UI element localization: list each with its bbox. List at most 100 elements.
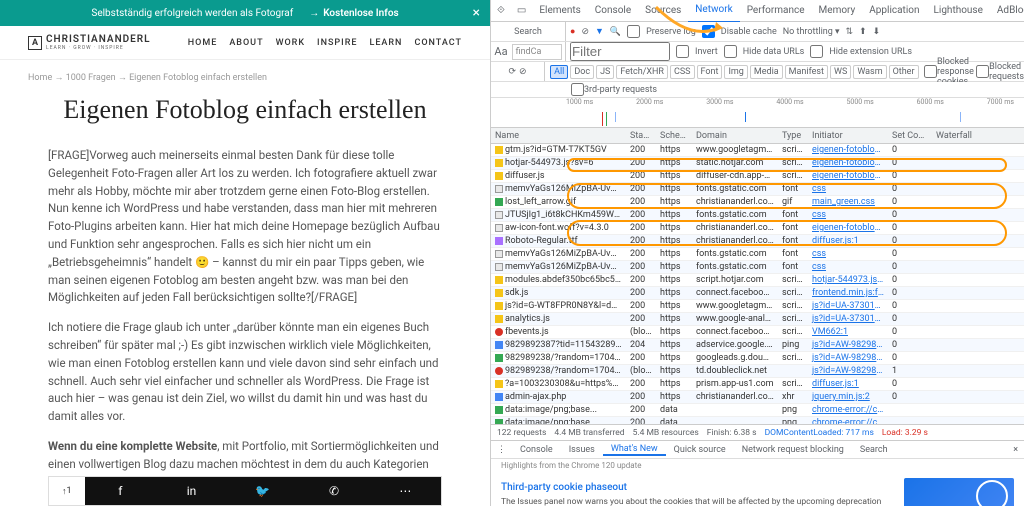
banner-text: Selbstständig erfolgreich werden als Fot… (91, 8, 293, 19)
pill-other[interactable]: Other (889, 65, 919, 79)
table-row[interactable]: Roboto-Regular.ttf200httpschristianander… (491, 235, 1024, 248)
table-row[interactable]: memvYaGs126MiZpBA-UvWbX2vVnXB...200https… (491, 261, 1024, 274)
preserve-log-checkbox[interactable] (627, 25, 640, 38)
pill-wasm[interactable]: Wasm (853, 65, 886, 79)
devtools-pane: ⟐ ▭ Elements Console Sources Network Per… (490, 0, 1024, 506)
table-row[interactable]: fbevents.js(bloc...httpsconnect.facebook… (491, 326, 1024, 339)
third-party-checkbox[interactable] (571, 83, 584, 96)
clear-icon[interactable]: ⊘ (581, 27, 589, 37)
table-row[interactable]: sdk.js200httpsconnect.facebook.netscript… (491, 287, 1024, 300)
nav-learn[interactable]: LEARN (369, 38, 402, 48)
wifi-icon[interactable]: ⇅ (846, 27, 854, 37)
drawer-thumbnail[interactable] (904, 478, 1014, 506)
pill-img[interactable]: Img (724, 65, 747, 79)
drawer-tab-search[interactable]: Search (852, 445, 896, 455)
table-row[interactable]: data:image/png;base...200datapngchrome-e… (491, 417, 1024, 424)
drawer-heading[interactable]: Third-party cookie phaseout (501, 482, 894, 493)
nav-home[interactable]: HOME (188, 38, 218, 48)
tab-lighthouse[interactable]: Lighthouse (927, 0, 990, 22)
blocked-requests-checkbox[interactable] (976, 65, 989, 78)
tab-elements[interactable]: Elements (532, 0, 587, 22)
table-row[interactable]: 9829892387?tid=1154328933.17048443088...… (491, 339, 1024, 352)
search-icon[interactable]: 🔍 (610, 27, 621, 37)
table-row[interactable]: lost_left_arrow.gif200httpschristianande… (491, 196, 1024, 209)
pill-doc[interactable]: Doc (570, 65, 594, 79)
throttling-select[interactable]: No throttling ▾ (783, 27, 840, 37)
device-icon[interactable]: ▭ (511, 5, 532, 16)
sum-resources: 5.4 MB resources (633, 428, 699, 438)
share-whatsapp-icon[interactable]: ✆ (298, 477, 369, 505)
tab-memory[interactable]: Memory (812, 0, 863, 22)
pill-css[interactable]: CSS (670, 65, 695, 79)
table-row[interactable]: memvYaGs126MiZpBA-UvWbX2vVnXB...200https… (491, 183, 1024, 196)
drawer-tab-quicksource[interactable]: Quick source (666, 445, 734, 455)
bc-cat[interactable]: 1000 Fragen (66, 73, 116, 83)
network-timeline[interactable]: 1000 ms 2000 ms 3000 ms 4000 ms 5000 ms … (491, 98, 1024, 128)
drawer-tabs: ⋮ Console Issues What's New Quick source… (491, 441, 1024, 459)
drawer-paragraph: The Issues panel now warns you about the… (501, 497, 894, 506)
inspect-icon[interactable]: ⟐ (491, 5, 511, 16)
sum-requests: 122 requests (497, 428, 546, 438)
table-row[interactable]: gtm.js?id=GTM-T7KT5GV200httpswww.googlet… (491, 144, 1024, 157)
table-row[interactable]: memvYaGs126MiZpBA-UvWbX2vVnXB...200https… (491, 248, 1024, 261)
tab-console[interactable]: Console (588, 0, 638, 22)
close-icon[interactable]: × (473, 5, 480, 21)
funnel-icon[interactable]: ▼ (595, 26, 604, 37)
drawer-tab-whatsnew[interactable]: What's New (603, 444, 666, 456)
main-nav: A CHRISTIANANDERL LEARN · GROW · INSPIRE… (0, 26, 490, 60)
drawer-tab-blocking[interactable]: Network request blocking (734, 445, 852, 455)
nav-contact[interactable]: CONTACT (414, 38, 462, 48)
pill-font[interactable]: Font (697, 65, 723, 79)
pill-xhr[interactable]: Fetch/XHR (616, 65, 668, 79)
table-row[interactable]: aw-icon-font.woff?v=4.3.0200httpschristi… (491, 222, 1024, 235)
table-row[interactable]: 982989238/?random=170484405516&...200htt… (491, 352, 1024, 365)
table-row[interactable]: data:image/png;base...200datapngchrome-e… (491, 404, 1024, 417)
tab-performance[interactable]: Performance (740, 0, 812, 22)
bc-home[interactable]: Home (28, 73, 52, 83)
table-row[interactable]: hotjar-544973.js?sv=6200httpsstatic.hotj… (491, 157, 1024, 170)
disable-cache-checkbox[interactable] (702, 25, 715, 38)
drawer-kebab-icon[interactable]: ⋮ (491, 445, 512, 455)
pill-js[interactable]: JS (596, 65, 614, 79)
tab-adblock[interactable]: AdBlock (990, 0, 1024, 22)
pill-ws[interactable]: WS (830, 65, 851, 79)
table-row[interactable]: diffuser.js200httpsdiffuser-cdn.app-us1.… (491, 170, 1024, 183)
tab-network[interactable]: Network (688, 0, 739, 23)
aa-icon[interactable]: Aa (494, 45, 507, 58)
upload-icon[interactable]: ⬆ (859, 27, 867, 37)
table-row[interactable]: JTUSjIg1_i6t8kCHKm459WlhyW.woff2200https… (491, 209, 1024, 222)
pill-manifest[interactable]: Manifest (785, 65, 828, 79)
pill-all[interactable]: All (550, 65, 568, 79)
clear-search-icon[interactable]: ⊘ (519, 67, 527, 77)
tab-sources[interactable]: Sources (638, 0, 688, 22)
share-twitter-icon[interactable]: 🐦 (227, 477, 298, 505)
third-party-row: 3rd-party requests (491, 82, 1024, 98)
nav-about[interactable]: ABOUT (229, 38, 263, 48)
blocked-response-checkbox[interactable] (924, 65, 937, 78)
nav-inspire[interactable]: INSPIRE (317, 38, 357, 48)
network-summary: 122 requests 4.4 MB transferred 5.4 MB r… (491, 424, 1024, 440)
tab-application[interactable]: Application (862, 0, 926, 22)
nav-work[interactable]: WORK (276, 38, 305, 48)
banner-cta[interactable]: → Kostenlose Infos (309, 8, 398, 19)
table-row[interactable]: modules.abdef350bc65bc56cbb1.js200httpss… (491, 274, 1024, 287)
refresh-icon[interactable]: ⟳ (508, 67, 516, 77)
logo-text: CHRISTIANANDERL (46, 34, 151, 45)
logo[interactable]: A CHRISTIANANDERL LEARN · GROW · INSPIRE (28, 34, 151, 51)
devtools-tabs: ⟐ ▭ Elements Console Sources Network Per… (491, 0, 1024, 22)
share-more-icon[interactable]: ⋯ (370, 477, 441, 505)
pill-media[interactable]: Media (750, 65, 783, 79)
download-icon[interactable]: ⬇ (873, 27, 881, 37)
drawer-tab-issues[interactable]: Issues (561, 445, 603, 455)
share-facebook-icon[interactable]: f (85, 477, 156, 505)
share-linkedin-icon[interactable]: in (156, 477, 227, 505)
drawer-close-icon[interactable]: × (1007, 445, 1024, 455)
table-row[interactable]: admin-ajax.php200httpschristiananderl.co… (491, 391, 1024, 404)
record-icon[interactable]: ● (570, 26, 575, 37)
table-row[interactable]: analytics.js200httpswww.google-analytic.… (491, 313, 1024, 326)
table-row[interactable]: js?id=G-WT8FPR0N8Y&l=dataLayer&c...200ht… (491, 300, 1024, 313)
article-p1: [FRAGE]Vorweg auch meinerseits einmal be… (48, 147, 442, 307)
table-row[interactable]: 982989238/?random=170484405516&...(bloc.… (491, 365, 1024, 378)
drawer-tab-console[interactable]: Console (512, 445, 561, 455)
table-row[interactable]: ?a=1003230308&u=https%3A%2F%2F...200http… (491, 378, 1024, 391)
